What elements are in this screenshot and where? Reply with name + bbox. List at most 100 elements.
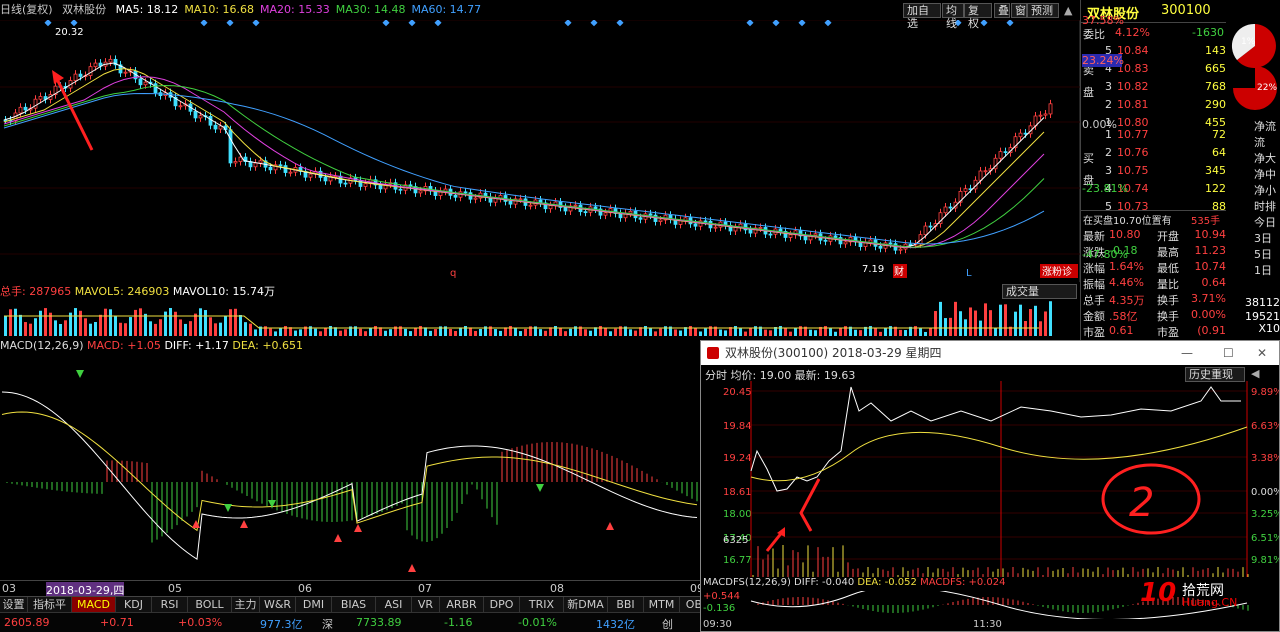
popup-macd-tick-1: +0.544 <box>703 591 740 602</box>
header-button-2[interactable]: 复权 <box>964 3 992 30</box>
flow-label-5: 时排 <box>1254 200 1276 213</box>
tab-0[interactable]: 设置 <box>0 597 28 613</box>
sz-index: 7733.89 <box>356 616 402 629</box>
popup-macd-diff: MACDFS(12,26,9) DIFF: -0.040 <box>703 577 855 588</box>
quote-value: 10.94 <box>1194 228 1227 241</box>
popup-titlebar[interactable]: 双林股份(300100) 2018-03-29 星期四 — ☐ ✕ <box>701 341 1279 365</box>
intraday-arrow <box>799 478 821 532</box>
tab-12[interactable]: ARBR <box>440 597 484 613</box>
tab-9[interactable]: BIAS <box>332 597 376 613</box>
indicator-tabs: 设置指标平台MACDKDJRSIBOLL主力W&RDMIBIASASIVRARB… <box>0 596 780 627</box>
header-button-4[interactable]: 窗 <box>1011 3 1027 18</box>
hand-number-annotation: 2 <box>1129 480 1154 526</box>
history-replay-button[interactable]: 历史重现 <box>1185 367 1245 382</box>
tab-17[interactable]: MTM <box>644 597 680 613</box>
tab-14[interactable]: TRIX <box>520 597 564 613</box>
zaimai-volume: 535手 <box>1191 216 1221 227</box>
pct-label-2: 0.00% <box>1082 118 1117 131</box>
volume-type-button[interactable]: 成交量 <box>1002 284 1077 299</box>
tab-11[interactable]: VR <box>412 597 440 613</box>
quote-value: 0.64 <box>1201 276 1227 289</box>
buy-level: 2 <box>1105 146 1112 159</box>
flow-label-1: 流 <box>1254 136 1265 149</box>
tag-l: L <box>966 268 972 279</box>
popup-macdfs: MACDFS: +0.024 <box>920 577 1006 588</box>
tab-10[interactable]: ASI <box>376 597 412 613</box>
weicha-value: -1630 <box>1192 26 1224 39</box>
flow-label-4: 净小 <box>1254 184 1276 197</box>
macd-diff: DIFF: +1.17 <box>164 339 229 352</box>
tab-16[interactable]: BBI <box>608 597 644 613</box>
intraday-chart[interactable]: 20.4519.8419.2418.6118.0017.4016.7763259… <box>701 381 1279 577</box>
flow-label-8: 5日 <box>1254 248 1272 261</box>
capital-flow-pie: 1% 22% <box>1231 23 1277 110</box>
volume-mavol5: MAVOL5: 246903 <box>74 285 170 298</box>
quote-value: 1.64% <box>1109 260 1144 273</box>
volume-tick-0: 38112 <box>1245 296 1280 309</box>
intraday-pct-4: 3.25% <box>1251 509 1279 520</box>
tab-13[interactable]: DPO <box>484 597 520 613</box>
sh-amount: 977.3亿 <box>260 618 303 631</box>
flow-label-9: 1日 <box>1254 264 1272 277</box>
quote-label: 量比 <box>1157 278 1179 291</box>
annotation-arrow <box>53 74 94 151</box>
tab-7[interactable]: W&R <box>260 597 296 613</box>
macd-chart <box>1 370 698 572</box>
close-icon[interactable]: ✕ <box>1257 341 1267 365</box>
intraday-pct-5: 6.51% <box>1251 533 1279 544</box>
sh-change: +0.71 <box>100 616 134 629</box>
sell-volume: 665 <box>1205 62 1226 75</box>
sh-index: 2605.89 <box>4 616 50 629</box>
weibi-value: 4.12% <box>1115 26 1150 39</box>
sh-pct: +0.03% <box>178 616 223 629</box>
time-mid: 11:30 <box>973 619 1002 630</box>
header-button-1[interactable]: 均线 <box>942 3 964 30</box>
tab-6[interactable]: 主力 <box>232 597 260 613</box>
sell-price: 10.82 <box>1117 80 1149 93</box>
tab-2[interactable]: MACD <box>72 597 116 613</box>
tab-8[interactable]: DMI <box>296 597 332 613</box>
scroll-left-icon[interactable]: ◀ <box>1251 367 1259 380</box>
intraday-price-2: 19.24 <box>723 453 752 464</box>
ma-label-4: MA30: 14.48 <box>335 3 406 16</box>
quote-panel: 双林股份 300100 委比 4.12% -1630 卖盘 买盘 5 10.84 1… <box>1080 0 1280 340</box>
zaimai-note: 在买盘10.70位置有 <box>1083 216 1172 227</box>
pct-label-0: 37.58% <box>1082 14 1124 27</box>
flow-label-7: 3日 <box>1254 232 1272 245</box>
buy-row-3: 3 10.75 345 <box>1083 164 1226 182</box>
tab-4[interactable]: RSI <box>152 597 188 613</box>
buy-volume: 345 <box>1205 164 1226 177</box>
scroll-up-arrow-icon[interactable]: ▲ <box>1064 4 1072 17</box>
pct-label-3: -23.81% <box>1082 182 1128 195</box>
popup-title: 双林股份(300100) 2018-03-29 星期四 <box>725 346 942 360</box>
cyb-label: 创 <box>662 618 673 631</box>
sell-volume: 290 <box>1205 98 1226 111</box>
popup-macd-dea: DEA: -0.052 <box>857 577 917 588</box>
quote-value: 10.74 <box>1194 260 1227 273</box>
panel-stock-code: 300100 <box>1161 3 1211 18</box>
pie-label-2: 22% <box>1257 83 1277 93</box>
maximize-icon[interactable]: ☐ <box>1223 341 1234 365</box>
header-button-0[interactable]: 加自选 <box>903 3 941 30</box>
popup-macd-tick-2: -0.136 <box>703 603 735 614</box>
intraday-pct-0: 9.89% <box>1251 387 1279 398</box>
macd-value: MACD: +1.05 <box>87 339 161 352</box>
watermark-logo: 10 拾荒网 Huang.CN <box>1140 578 1280 612</box>
tab-5[interactable]: BOLL <box>188 597 232 613</box>
date-label-0: 03 <box>2 582 16 595</box>
header-button-5[interactable]: 预测 <box>1027 3 1059 18</box>
watermark-url: Huang.CN <box>1182 596 1238 609</box>
header-button-3[interactable]: 叠 <box>994 3 1010 18</box>
flow-label-6: 今日 <box>1254 216 1276 229</box>
tab-15[interactable]: 新DMA <box>564 597 608 613</box>
tab-1[interactable]: 指标平台 <box>28 597 72 627</box>
period-label[interactable]: 日线(复权) <box>0 3 53 16</box>
time-start: 09:30 <box>703 619 732 630</box>
sz-label: 深 <box>322 618 333 631</box>
ma-label-3: MA20: 15.33 <box>260 3 330 16</box>
tag-q: q <box>450 268 456 279</box>
minimize-icon[interactable]: — <box>1181 341 1193 365</box>
kline-chart[interactable]: 20.32 7.19 财 L 涨粉诊 q <box>0 20 1080 282</box>
tab-3[interactable]: KDJ <box>116 597 152 613</box>
high-label: 20.32 <box>55 27 84 38</box>
